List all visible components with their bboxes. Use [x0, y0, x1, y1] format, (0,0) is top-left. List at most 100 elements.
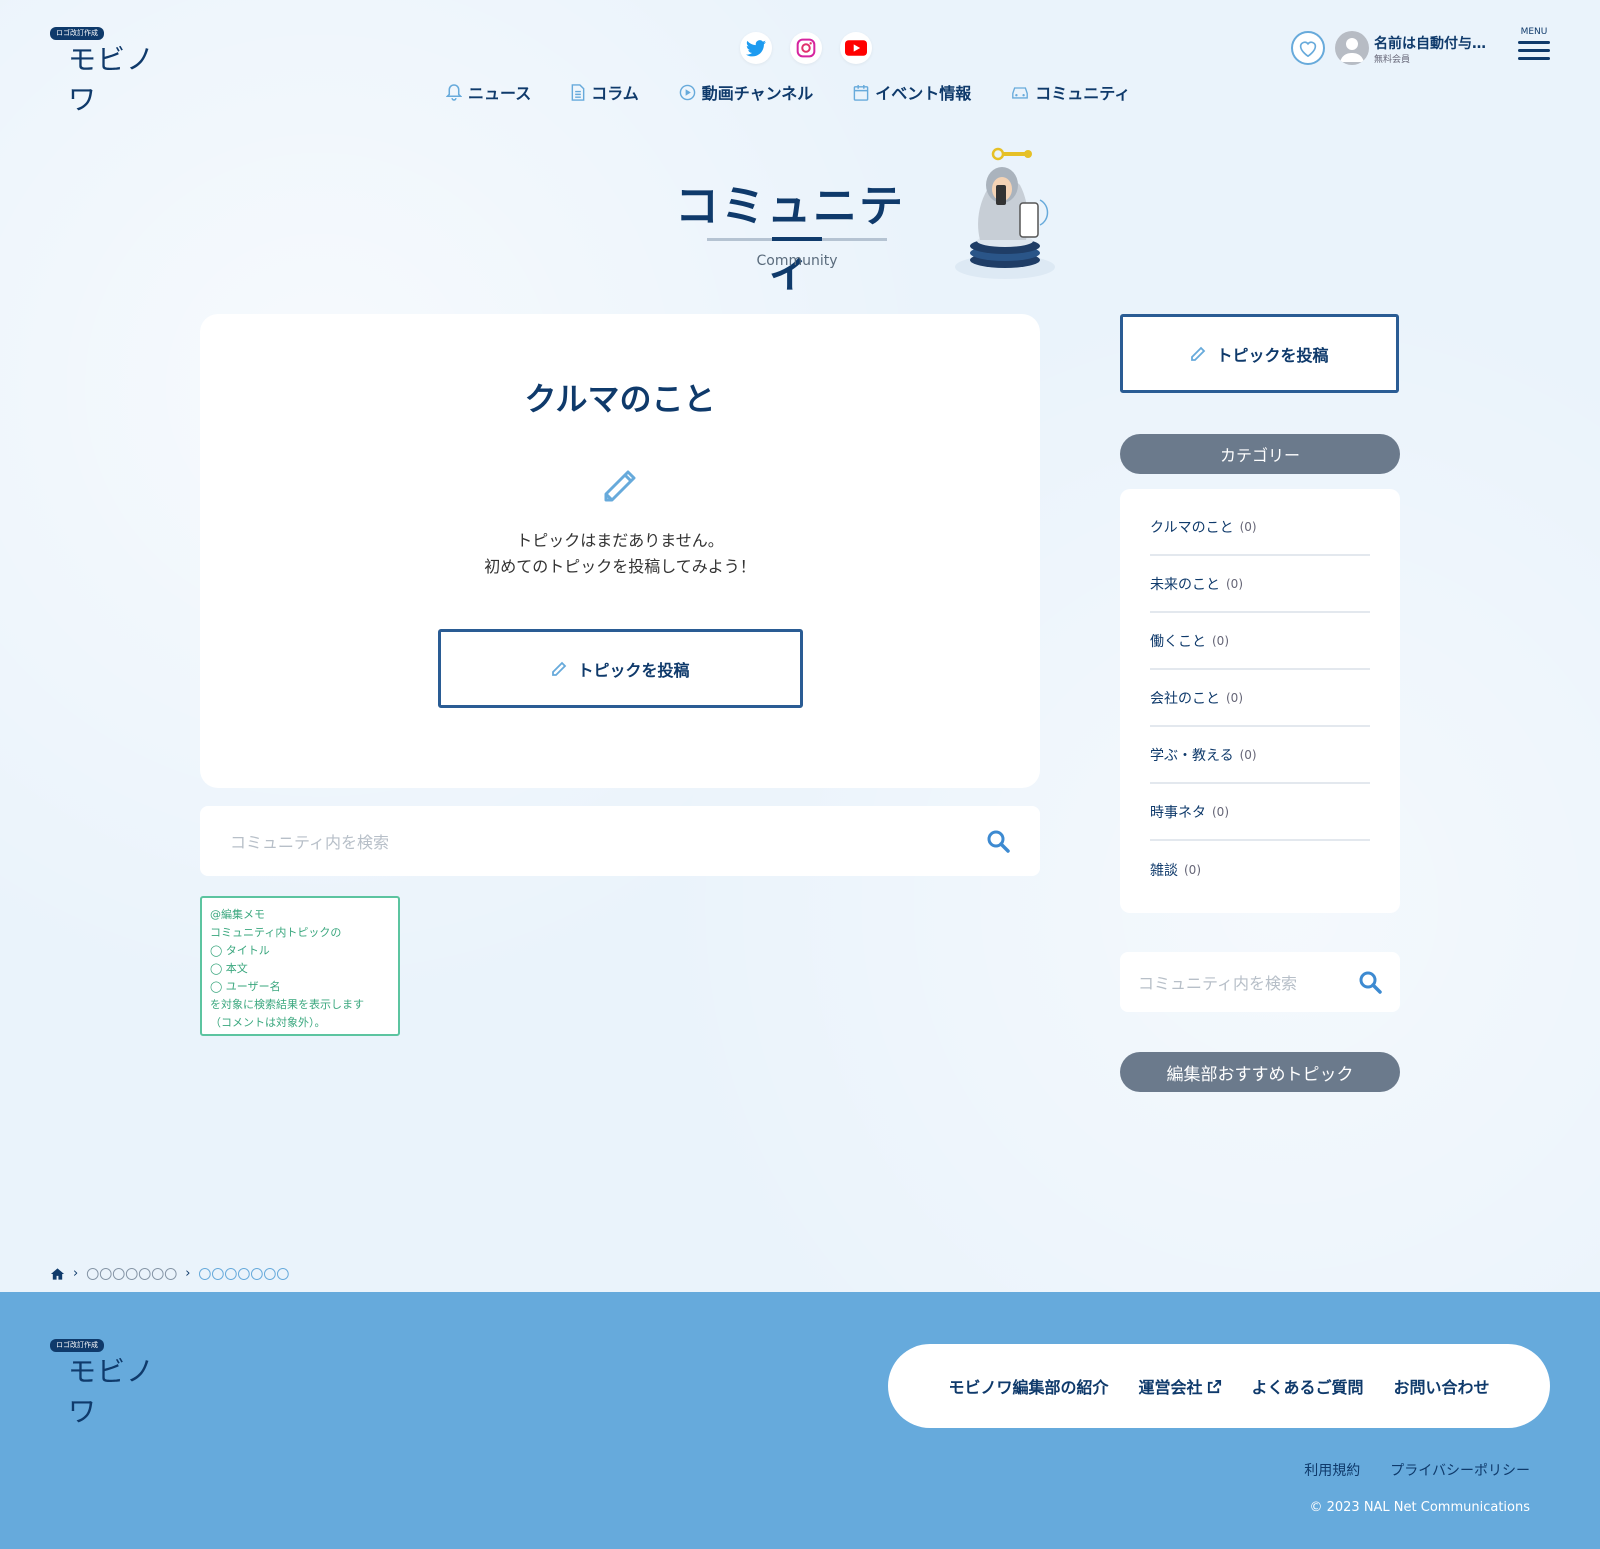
footer: ロゴ改訂作成 モビノワ モビノワ編集部の紹介 運営会社 よくあるご質問 お問い合…: [0, 1292, 1600, 1549]
category-item[interactable]: クルマのこと (0): [1150, 499, 1370, 556]
category-item[interactable]: 学ぶ・教える (0): [1150, 727, 1370, 784]
category-label: クルマのこと: [1150, 519, 1234, 536]
empty-message-line: 初めてのトピックを投稿してみよう！: [484, 557, 756, 576]
footer-link-label: 運営会社: [1138, 1378, 1203, 1397]
logo-name: モビノワ: [68, 43, 156, 116]
home-icon[interactable]: [50, 1267, 65, 1281]
community-search-main[interactable]: コミュニティ内を検索: [200, 806, 1040, 876]
nav-item-column[interactable]: コラム: [571, 80, 639, 104]
memo-line: @編集メモ: [210, 908, 265, 921]
external-link-icon: [1207, 1379, 1221, 1393]
breadcrumb-current: 〇〇〇〇〇〇〇: [198, 1268, 290, 1283]
category-item[interactable]: 会社のこと (0): [1150, 670, 1370, 727]
memo-line: ◯ ユーザー名: [210, 980, 281, 993]
mascot-illustration: [950, 145, 1060, 285]
pencil-icon: [598, 464, 642, 512]
category-count: (0): [1184, 862, 1201, 877]
copyright: © 2023 NAL Net Communications: [1309, 1500, 1530, 1515]
category-count: (0): [1239, 519, 1257, 534]
category-label: 未来のこと: [1150, 576, 1220, 593]
post-topic-button[interactable]: トピックを投稿: [438, 629, 803, 708]
chevron-right-icon: ›: [73, 1266, 79, 1281]
footer-link-contact[interactable]: お問い合わせ: [1394, 1374, 1490, 1398]
memo-line: （コメントは対象外）。: [210, 1016, 326, 1029]
topic-card: クルマのこと トピックはまだありません。 初めてのトピックを投稿してみよう！ ト…: [200, 314, 1040, 788]
global-nav: ニュース コラム 動画チャンネル イベント情報 コミュニティ: [446, 80, 1130, 104]
breadcrumb-item[interactable]: 〇〇〇〇〇〇〇: [86, 1264, 177, 1283]
category-item[interactable]: 働くこと (0): [1150, 613, 1370, 670]
post-topic-label: トピックを投稿: [1216, 345, 1329, 365]
category-label: 働くこと: [1150, 633, 1206, 650]
search-input[interactable]: コミュニティ内を検索: [230, 829, 986, 853]
search-icon[interactable]: [1358, 970, 1382, 994]
footer-logo[interactable]: ロゴ改訂作成 モビノワ: [50, 1332, 160, 1428]
title-underline-accent: [772, 237, 822, 241]
privacy-link[interactable]: プライバシーポリシー: [1390, 1460, 1530, 1480]
category-count: (0): [1212, 633, 1229, 648]
category-item[interactable]: 雑談 (0): [1150, 841, 1370, 898]
footer-nav: モビノワ編集部の紹介 運営会社 よくあるご質問 お問い合わせ: [888, 1344, 1550, 1428]
category-count: (0): [1226, 576, 1243, 591]
site-logo[interactable]: ロゴ改訂作成 モビノワ: [50, 20, 160, 116]
chevron-right-icon: ›: [185, 1266, 191, 1281]
community-search-sidebar[interactable]: コミュニティ内を検索: [1120, 952, 1400, 1012]
car-icon: [1012, 86, 1029, 99]
category-heading: カテゴリー: [1120, 434, 1400, 474]
category-item[interactable]: 未来のこと (0): [1150, 556, 1370, 613]
category-list: クルマのこと (0) 未来のこと (0) 働くこと (0) 会社のこと (0) 学ぶ・教…: [1120, 489, 1400, 913]
category-label: 雑談: [1150, 862, 1178, 879]
title-underline: [707, 237, 887, 241]
memo-line: を対象に検索結果を表示します: [210, 998, 364, 1011]
social-links: [740, 32, 872, 64]
pencil-icon: [552, 661, 567, 676]
twitter-icon[interactable]: [740, 32, 772, 64]
nav-item-events[interactable]: イベント情報: [853, 80, 971, 104]
sidebar-post-topic-button[interactable]: トピックを投稿: [1120, 314, 1399, 393]
favorite-heart-icon[interactable]: [1291, 31, 1325, 65]
search-input[interactable]: コミュニティ内を検索: [1138, 970, 1358, 994]
nav-item-video[interactable]: 動画チャンネル: [679, 80, 814, 104]
footer-link-faq[interactable]: よくあるご質問: [1252, 1374, 1364, 1398]
nav-label: ニュース: [468, 84, 532, 103]
footer-legal-links: 利用規約 プライバシーポリシー: [1304, 1460, 1530, 1480]
user-avatar-icon[interactable]: [1335, 31, 1369, 65]
page-subtitle: Community: [756, 253, 838, 269]
document-icon: [571, 83, 585, 101]
category-count: (0): [1212, 804, 1229, 819]
user-membership: 無料会員: [1374, 55, 1411, 65]
search-icon[interactable]: [986, 829, 1010, 853]
category-count: (0): [1226, 690, 1243, 705]
category-item[interactable]: 時事ネタ (0): [1150, 784, 1370, 841]
category-label: 学ぶ・教える: [1150, 747, 1234, 764]
memo-line: コミュニティ内トピックの: [210, 926, 342, 939]
instagram-icon[interactable]: [790, 32, 822, 64]
terms-link[interactable]: 利用規約: [1304, 1460, 1360, 1480]
nav-label: 動画チャンネル: [701, 84, 814, 103]
logo-name: モビノワ: [68, 1355, 156, 1428]
post-topic-label: トピックを投稿: [577, 660, 690, 680]
category-title: クルマのこと: [524, 380, 716, 418]
breadcrumb: › 〇〇〇〇〇〇〇 › 〇〇〇〇〇〇〇: [50, 1264, 289, 1283]
pencil-icon: [1191, 346, 1206, 361]
nav-label: イベント情報: [875, 84, 972, 103]
calendar-icon: [853, 84, 869, 101]
page-title: コミュニティ: [675, 181, 905, 296]
nav-item-community[interactable]: コミュニティ: [1011, 80, 1130, 104]
category-count: (0): [1239, 747, 1257, 762]
menu-label: MENU: [1520, 27, 1548, 37]
editor-memo: @編集メモ コミュニティ内トピックの ◯ タイトル ◯ 本文 ◯ ユーザー名 を…: [200, 896, 400, 1036]
footer-link-about[interactable]: モビノワ編集部の紹介: [948, 1374, 1108, 1398]
category-label: 時事ネタ: [1150, 804, 1206, 821]
empty-message-line: トピックはまだありません。: [516, 531, 724, 550]
hamburger-icon: [1518, 41, 1550, 44]
hamburger-bar: [1518, 57, 1550, 60]
youtube-icon[interactable]: [840, 32, 872, 64]
memo-line: ◯ 本文: [210, 962, 248, 975]
nav-label: コミュニティ: [1035, 84, 1131, 103]
recommended-heading: 編集部おすすめトピック: [1120, 1052, 1400, 1092]
user-name[interactable]: 名前は自動付与…: [1374, 33, 1486, 53]
nav-item-news[interactable]: ニュース: [446, 80, 531, 104]
play-icon: [679, 84, 696, 100]
menu-button[interactable]: MENU: [1516, 27, 1552, 65]
footer-link-company[interactable]: 運営会社: [1138, 1374, 1221, 1398]
